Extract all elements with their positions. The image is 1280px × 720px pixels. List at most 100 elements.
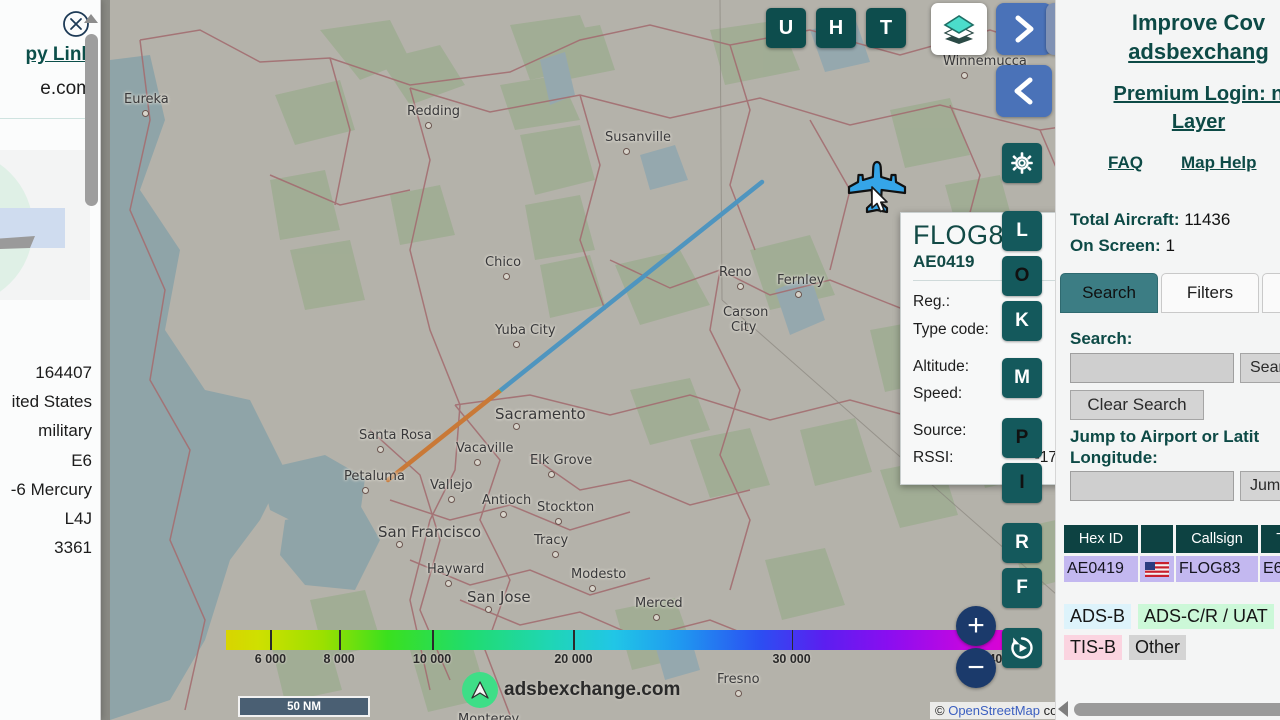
tool-l-button[interactable]: L — [1002, 211, 1042, 251]
on-screen-label: On Screen: — [1070, 235, 1161, 255]
column-callsign[interactable]: Callsign — [1176, 525, 1258, 553]
city-dot — [474, 459, 481, 466]
us-flag-icon — [1145, 561, 1169, 577]
search-input[interactable] — [1070, 352, 1234, 383]
zoom-out-label: − — [967, 651, 985, 684]
map-help-link[interactable]: Map Help — [1181, 153, 1257, 173]
city-dot — [445, 580, 452, 587]
altitude-tick-labels: 6 0008 00010 00020 00030 00040 000+ — [226, 652, 1034, 668]
legend-chip: Other — [1129, 635, 1187, 660]
table-row[interactable]: AE0419 FLOG83 E6 — [1064, 556, 1280, 582]
premium-login-link[interactable]: Premium Login: n Layer — [1056, 80, 1280, 137]
city-dot — [653, 614, 660, 621]
zoom-out-button[interactable]: − — [956, 648, 996, 688]
scroll-up-arrow[interactable] — [84, 14, 98, 23]
column-hex-id[interactable]: Hex ID — [1064, 525, 1138, 553]
info-sidebar[interactable]: Improve Cov adsbexchang Premium Login: n… — [1055, 0, 1280, 720]
column-type[interactable]: Type — [1261, 525, 1280, 553]
panel-bottom-scrollbar[interactable] — [1074, 702, 1280, 716]
panel-scrollbar-thumb[interactable] — [85, 34, 98, 206]
city-dot — [555, 518, 562, 525]
popup-row-key: Type code: — [913, 320, 989, 338]
city-dot — [377, 446, 384, 453]
mouse-cursor — [870, 186, 890, 214]
city-dot — [448, 496, 455, 503]
tool-i-button[interactable]: I — [1002, 463, 1042, 503]
altitude-tick — [339, 630, 341, 650]
panel-divider — [0, 118, 92, 119]
tool-o-label: O — [1014, 265, 1030, 286]
city-dot — [513, 341, 520, 348]
city-label: Modesto — [571, 567, 627, 582]
city-label: Tracy — [534, 533, 569, 548]
altitude-tick — [432, 630, 434, 650]
adsbexchange-watermark: adsbexchange.com — [462, 672, 680, 708]
zoom-in-button[interactable]: + — [956, 606, 996, 646]
panel-resize-arrow-icon[interactable] — [1058, 701, 1068, 717]
city-dot — [362, 487, 369, 494]
tool-r-button[interactable]: R — [1002, 523, 1042, 563]
city-dot — [513, 423, 520, 430]
faq-link[interactable]: FAQ — [1108, 153, 1143, 173]
tool-f-button[interactable]: F — [1002, 568, 1042, 608]
tool-m-button[interactable]: M — [1002, 358, 1042, 398]
altitude-tick-label: 6 000 — [254, 652, 287, 666]
on-screen-row: On Screen: 1 — [1070, 233, 1280, 259]
tool-o-button[interactable]: O — [1002, 256, 1042, 296]
toggle-button-u[interactable]: U — [766, 8, 806, 48]
city-label: Stockton — [537, 500, 595, 515]
clear-search-button[interactable]: Clear Search — [1070, 389, 1204, 420]
panel-collapse-left-button[interactable] — [996, 65, 1052, 117]
settings-button[interactable] — [1002, 143, 1042, 183]
popup-row-key: Source: — [913, 421, 967, 439]
map-layers-button[interactable] — [931, 3, 987, 55]
panel-expand-right-button[interactable] — [996, 3, 1052, 55]
tab-search[interactable]: Search — [1060, 272, 1158, 313]
jump-button[interactable]: Jum — [1240, 471, 1280, 501]
altitude-tick-label: 20 000 — [554, 652, 593, 666]
popup-row-key: RSSI: — [913, 449, 954, 467]
replay-history-button[interactable] — [1002, 628, 1042, 668]
adsb-exchange-app: Eureka Redding Susanville Winnemucca Chico Yu… — [0, 0, 1280, 720]
watermark-text: adsbexchange.com — [504, 679, 681, 700]
tab-overflow[interactable] — [1262, 272, 1280, 313]
city-label: Fresno — [717, 672, 760, 687]
popup-row-key: Reg.: — [913, 293, 951, 311]
legend-chip: TIS-B — [1064, 635, 1123, 660]
toggle-button-t[interactable]: T — [866, 8, 906, 48]
chevron-left-icon — [1014, 77, 1033, 105]
city-label: Vallejo — [430, 478, 473, 493]
tool-p-label: P — [1015, 427, 1029, 448]
total-aircraft-label: Total Aircraft: — [1070, 209, 1180, 229]
altitude-tick — [791, 630, 794, 650]
aircraft-detail-values: 164407 ited States military E6 -6 Mercury L4J… — [11, 358, 92, 563]
tool-p-button[interactable]: P — [1002, 418, 1042, 458]
city-label: Chico — [485, 255, 522, 270]
altitude-tick-label: 10 000 — [412, 652, 452, 666]
city-dot — [623, 148, 630, 155]
aircraft-detail-sidebar[interactable]: py Link e.com 164407 ited States military E… — [0, 0, 101, 720]
jump-input[interactable] — [1070, 471, 1234, 501]
tab-filters[interactable]: Filters — [1161, 272, 1259, 313]
city-label: Yuba City — [495, 323, 556, 338]
tool-k-button[interactable]: K — [1002, 301, 1042, 341]
city-label: Santa Rosa — [359, 428, 432, 443]
improve-coverage-line1: Improve Cov — [1131, 10, 1266, 35]
search-button[interactable]: Sear — [1240, 352, 1280, 383]
adsbexchange-link[interactable]: adsbexchang — [1056, 37, 1280, 66]
city-dot — [737, 283, 744, 290]
tool-r-label: R — [1015, 532, 1029, 553]
premium-login-line1: Premium Login: n — [1113, 83, 1280, 106]
tool-m-label: M — [1014, 367, 1030, 388]
total-aircraft-value: 11436 — [1184, 209, 1231, 229]
source-legend: ADS-B ADS-C/R / UAT TIS-B Other — [1064, 604, 1280, 660]
aircraft-detail-value: L4J — [64, 509, 92, 529]
toggle-button-h[interactable]: H — [816, 8, 856, 48]
copy-link-button[interactable]: py Link — [25, 44, 92, 66]
city-label: San Jose — [467, 588, 531, 606]
column-flag[interactable] — [1141, 525, 1173, 553]
openstreetmap-link[interactable]: OpenStreetMap — [948, 703, 1040, 718]
map-scale-bar: 50 NM — [238, 696, 370, 717]
jump-row: Jum — [1070, 471, 1280, 501]
aircraft-counters: Total Aircraft: 11436 On Screen: 1 — [1070, 207, 1280, 259]
